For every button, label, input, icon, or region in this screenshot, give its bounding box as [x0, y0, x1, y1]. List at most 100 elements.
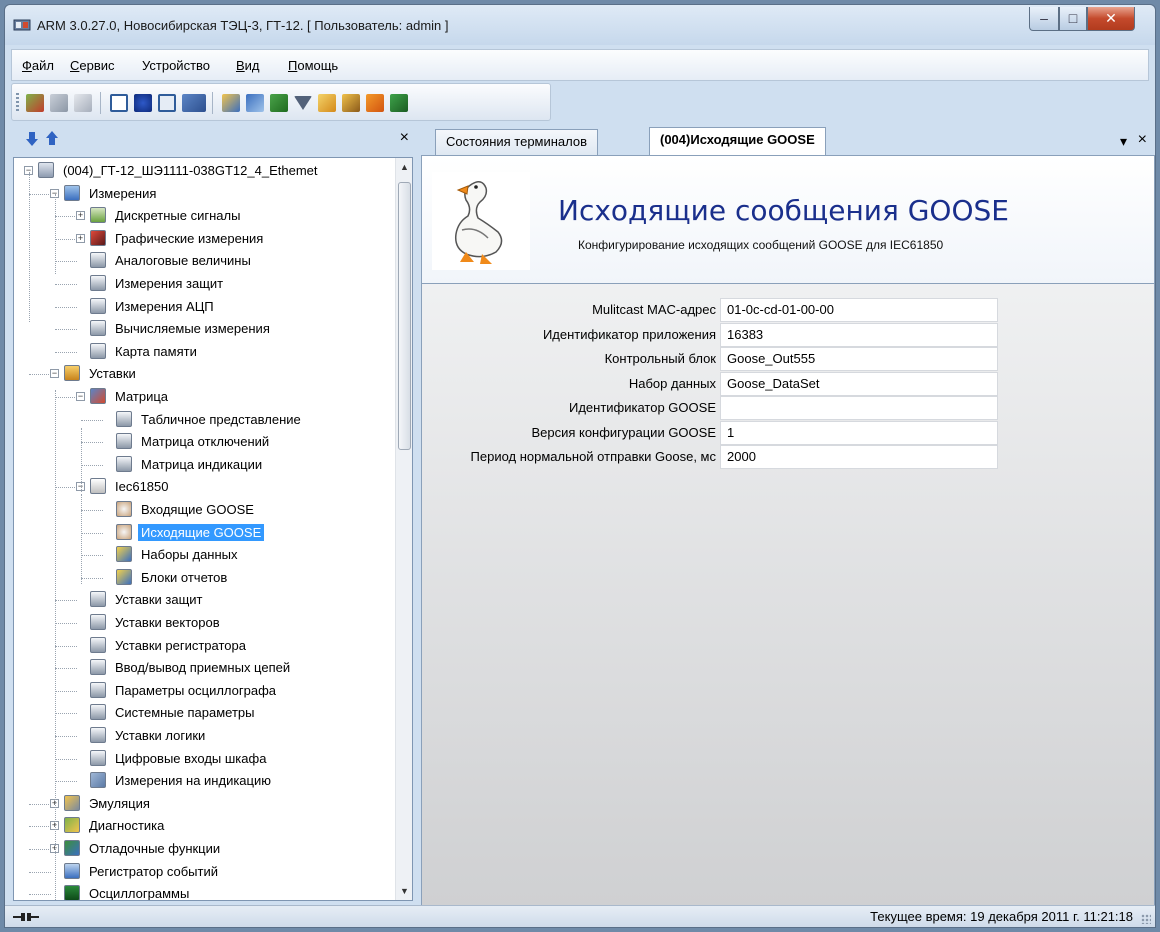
- tree-expander-icon[interactable]: −: [50, 369, 59, 379]
- tree-connector: [55, 238, 77, 240]
- navigation-panel: × ▲ ▼ − (004)_ГТ-12_ШЭ1111-038GT12_4_Ethe…: [11, 125, 415, 909]
- layout-dropdown-icon[interactable]: [182, 94, 206, 112]
- tree-item[interactable]: Параметры осциллографа: [90, 680, 279, 702]
- tree-item[interactable]: Системные параметры: [90, 702, 257, 724]
- property-value-field[interactable]: Goose_Out555: [720, 347, 998, 371]
- tree-expander-icon[interactable]: +: [76, 211, 85, 221]
- tree-item[interactable]: Измерения защит: [90, 273, 226, 295]
- tree-item[interactable]: (004)_ГТ-12_ШЭ1111-038GT12_4_Ethemet: [38, 160, 321, 182]
- tree-item[interactable]: Блоки отчетов: [116, 567, 230, 589]
- tree-item[interactable]: Уставки векторов: [90, 612, 223, 634]
- tree-item[interactable]: Ввод/вывод приемных цепей: [90, 657, 293, 679]
- tree-item[interactable]: Наборы данных: [116, 544, 241, 566]
- tree-item[interactable]: Уставки защит: [90, 589, 206, 611]
- disconnect-icon[interactable]: [50, 94, 68, 112]
- property-value-field[interactable]: 2000: [720, 445, 998, 469]
- close-window-button[interactable]: ✕: [1087, 7, 1135, 31]
- arrow-up-icon[interactable]: [45, 130, 59, 146]
- device-tree[interactable]: ▲ ▼ − (004)_ГТ-12_ШЭ1111-038GT12_4_Etheme…: [13, 157, 413, 901]
- tree-expander-icon[interactable]: −: [76, 392, 85, 401]
- tree-item[interactable]: Карта памяти: [90, 341, 200, 363]
- menu-view[interactable]: Вид: [236, 58, 260, 73]
- toolbar-grip[interactable]: [16, 93, 19, 113]
- table-icon: [90, 727, 106, 743]
- write-icon[interactable]: [246, 94, 264, 112]
- tree-connector: [55, 397, 77, 398]
- tree-item[interactable]: Матрица индикации: [116, 454, 265, 476]
- minimize-button[interactable]: ‒: [1029, 7, 1059, 31]
- tabs-dropdown-icon[interactable]: ▾: [1120, 133, 1127, 150]
- close-panel-icon[interactable]: ×: [400, 129, 409, 147]
- tree-item[interactable]: Регистратор событий: [64, 861, 221, 883]
- resize-grip[interactable]: [1141, 914, 1151, 924]
- tree-item-label: Графические измерения: [115, 230, 264, 246]
- menu-file[interactable]: Файл: [22, 58, 54, 73]
- close-tab-icon[interactable]: ×: [1138, 131, 1147, 149]
- panel-view-icon[interactable]: [134, 94, 152, 112]
- table-icon: [90, 320, 106, 337]
- scroll-up-icon[interactable]: ▲: [400, 162, 409, 172]
- property-value-field[interactable]: 1: [720, 420, 998, 445]
- split-view-icon[interactable]: [158, 94, 176, 112]
- tree-item[interactable]: Эмуляция: [64, 793, 153, 815]
- tree-item[interactable]: Аналоговые величины: [90, 250, 254, 272]
- menu-device[interactable]: Устройство: [142, 58, 210, 73]
- tab-terminal-states[interactable]: Состояния терминалов: [435, 129, 599, 155]
- goose-icon: [454, 181, 503, 264]
- tree-item[interactable]: Отладочные функции: [64, 838, 223, 860]
- maximize-button[interactable]: □: [1059, 7, 1087, 31]
- tree-item[interactable]: Уставки: [64, 363, 139, 385]
- property-value-field[interactable]: 01-0c-cd-01-00-00: [720, 298, 998, 322]
- folder-icon[interactable]: [342, 94, 360, 112]
- scroll-down-icon[interactable]: ▼: [400, 886, 409, 896]
- tree-connector: [81, 577, 103, 579]
- arrow-down-icon[interactable]: [25, 131, 39, 147]
- tree-item[interactable]: Iec61850: [90, 476, 172, 498]
- read-icon[interactable]: [222, 94, 240, 112]
- tree-item[interactable]: Графические измерения: [90, 228, 266, 250]
- scrollbar-thumb[interactable]: [398, 182, 411, 450]
- tree-item[interactable]: Цифровые входы шкафа: [90, 748, 269, 770]
- tree-item-label: Матрица: [115, 389, 169, 404]
- tab-outgoing-goose[interactable]: (004)Исходящие GOOSE: [649, 127, 826, 155]
- table-icon: [116, 455, 132, 472]
- filter-icon[interactable]: [294, 96, 312, 110]
- tree-item-label: Блоки отчетов: [141, 569, 228, 585]
- tree-item[interactable]: Матрица: [90, 386, 171, 408]
- property-value-field[interactable]: Goose_DataSet: [720, 371, 998, 396]
- property-value-field[interactable]: [720, 396, 998, 420]
- property-row: Период нормальной отправки Goose, мс 2000: [422, 445, 1156, 469]
- tree-item-label: Исходящие GOOSE: [138, 523, 265, 541]
- tree-item[interactable]: Вычисляемые измерения: [90, 318, 273, 340]
- tree-item[interactable]: Осциллограммы: [64, 883, 192, 900]
- property-value-field[interactable]: 16383: [720, 322, 998, 347]
- list-view-icon[interactable]: [110, 94, 128, 112]
- tree-scrollbar[interactable]: ▲ ▼: [395, 158, 412, 900]
- tree-item[interactable]: Входящие GOOSE: [116, 499, 257, 521]
- network-icon[interactable]: [270, 94, 288, 112]
- table-icon: [90, 704, 106, 721]
- rss-icon[interactable]: [366, 94, 384, 112]
- menu-service[interactable]: Сервис: [70, 58, 115, 73]
- tree-expander-icon[interactable]: +: [76, 233, 85, 243]
- tree-item[interactable]: Измерения АЦП: [90, 296, 217, 318]
- tree-item[interactable]: Уставки логики: [90, 725, 208, 747]
- mail-icon[interactable]: [318, 94, 336, 112]
- property-label: Идентификатор GOOSE: [569, 400, 716, 415]
- tree-item[interactable]: Уставки регистратора: [90, 635, 249, 657]
- properties-icon[interactable]: [74, 94, 92, 112]
- connect-icon[interactable]: [26, 94, 44, 112]
- tree-item[interactable]: Дискретные сигналы: [90, 205, 243, 227]
- menu-help[interactable]: Помощь: [288, 58, 338, 73]
- property-row: Версия конфигурации GOOSE 1: [422, 420, 1156, 445]
- tree-item[interactable]: Исходящие GOOSE: [116, 522, 265, 544]
- tree-connector: [81, 494, 82, 584]
- tree-connector: [81, 464, 103, 466]
- tree-item[interactable]: Матрица отключений: [116, 431, 272, 453]
- tree-item[interactable]: Измерения: [64, 183, 159, 205]
- tree-item[interactable]: Измерения на индикацию: [90, 770, 274, 792]
- tree-item[interactable]: Табличное представление: [116, 409, 304, 431]
- tree-item[interactable]: Диагностика: [64, 815, 167, 837]
- title-bar[interactable]: ARM 3.0.27.0, Новосибирская ТЭЦ-3, ГТ-12…: [5, 5, 1155, 45]
- run-icon[interactable]: [390, 94, 408, 112]
